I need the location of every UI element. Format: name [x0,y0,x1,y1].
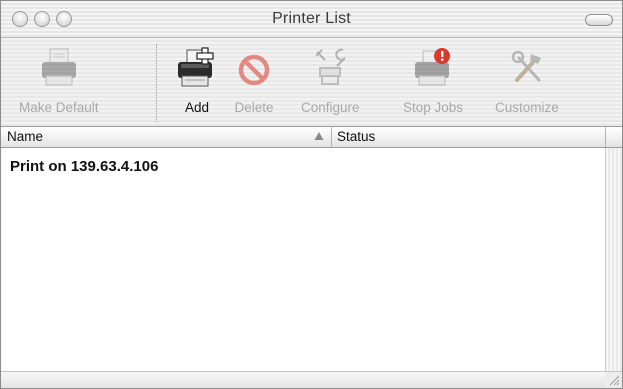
title-bar[interactable]: Printer List [1,1,622,38]
customize-button[interactable]: Customize [495,44,559,122]
column-header-name[interactable]: Name [7,129,43,144]
printer-add-icon [178,47,214,87]
make-default-button[interactable]: Make Default [19,44,99,122]
stop-jobs-icon [415,48,451,86]
printer-list-window: Printer List Make Default Add Delete Con… [0,0,623,389]
delete-icon [238,54,270,86]
horizontal-scrollbar[interactable] [1,371,605,388]
column-divider [605,127,606,147]
printer-name-cell: Print on 139.63.4.106 [10,158,159,175]
printer-default-icon [41,48,76,86]
customize-icon [511,50,541,82]
add-label: Add [184,100,210,115]
column-header-status[interactable]: Status [337,129,375,144]
configure-label: Configure [301,100,360,115]
vertical-scrollbar[interactable] [605,148,622,374]
sort-ascending-icon[interactable] [314,131,324,141]
stop-jobs-label: Stop Jobs [403,100,464,115]
resize-grip-icon [609,375,620,386]
resize-grip[interactable] [605,371,622,388]
toolbar: Make Default Add Delete Configure Stop J… [1,38,622,127]
window-title: Printer List [272,10,351,27]
make-default-label: Make Default [19,100,99,115]
delete-label: Delete [234,100,274,115]
configure-icon [315,48,347,85]
list-header: Name Status [1,127,622,148]
stop-jobs-button[interactable]: Stop Jobs [403,44,463,122]
printer-list: Name Status Print on 139.63.4.106 [1,127,622,388]
table-row[interactable]: Print on 139.63.4.106 [1,156,605,176]
add-button[interactable]: Add [177,44,217,122]
toolbar-toggle-button[interactable] [585,14,613,26]
toolbar-separator [156,44,157,122]
column-divider [331,127,332,147]
configure-button[interactable]: Configure [301,44,360,122]
customize-label: Customize [495,100,559,115]
delete-button[interactable]: Delete [234,44,274,122]
